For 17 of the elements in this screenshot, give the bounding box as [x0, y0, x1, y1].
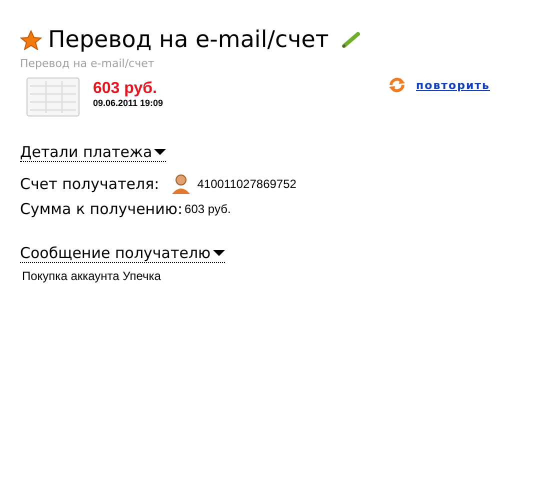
- page-title: Перевод на e-mail/счет: [48, 26, 329, 54]
- payment-datetime: 09.06.2011 19:09: [93, 98, 164, 108]
- pencil-icon: [340, 31, 361, 49]
- field-value: 603 руб.: [184, 202, 231, 216]
- field-value: 410011027869752: [197, 177, 296, 191]
- message-text: Покупка аккаунта Упечка: [21, 269, 162, 283]
- user-icon: [171, 174, 192, 194]
- receipt-icon: [26, 77, 80, 117]
- payment-amount: 603 руб.: [93, 80, 158, 98]
- field-label: Сумма к получению:: [20, 200, 183, 218]
- section-toggle[interactable]: Детали платежа: [20, 143, 166, 162]
- section-toggle[interactable]: Сообщение получателю: [20, 244, 225, 263]
- star-icon: [20, 30, 42, 50]
- field-label: Счет получателя:: [20, 175, 160, 193]
- refresh-icon: [388, 77, 406, 93]
- repeat-link[interactable]: повторить: [416, 78, 490, 92]
- page-subtitle: Перевод на e-mail/счет: [20, 57, 156, 70]
